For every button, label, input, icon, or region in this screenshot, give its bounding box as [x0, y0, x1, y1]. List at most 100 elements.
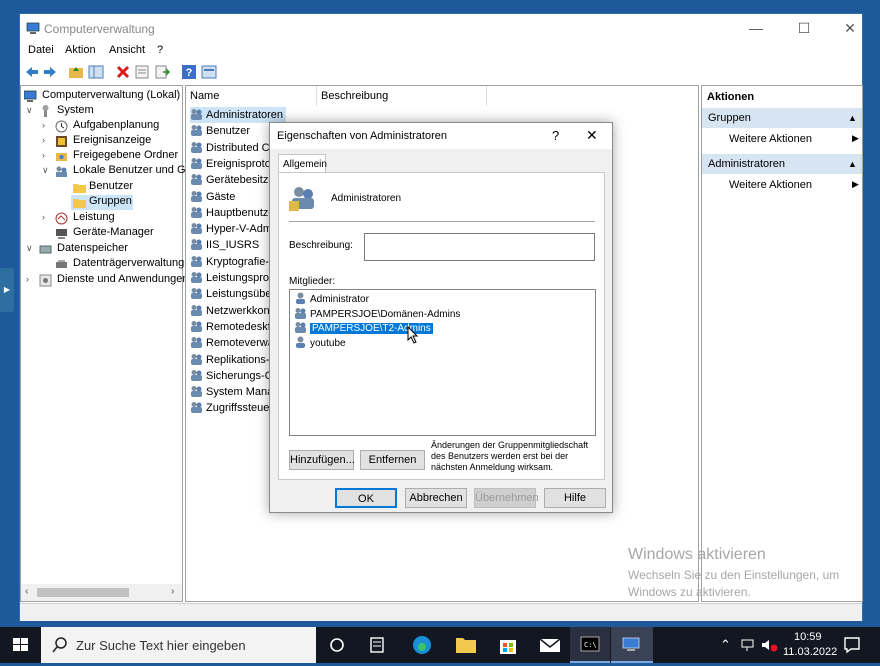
volume-muted-icon[interactable] — [760, 637, 778, 653]
chevron-right-icon[interactable]: › — [42, 212, 45, 222]
dialog-close-button[interactable]: ✕ — [586, 127, 598, 144]
group-icon — [190, 108, 203, 120]
tree-item-gruppen[interactable]: Gruppen — [71, 195, 133, 210]
collapse-arrow-icon[interactable]: ▲ — [848, 154, 857, 174]
table-row[interactable]: IIS_IUSRS — [190, 237, 259, 253]
close-button[interactable]: ✕ — [828, 14, 872, 44]
submenu-arrow-icon[interactable]: ▶ — [852, 179, 859, 190]
description-field[interactable] — [364, 233, 595, 261]
table-row[interactable]: Distributed CO — [190, 140, 278, 156]
minimize-button[interactable]: — — [734, 14, 778, 44]
group-icon — [190, 401, 203, 414]
clock-date[interactable]: 11.03.2022 — [783, 646, 837, 658]
members-list[interactable]: Administrator PAMPERSJOE\Domänen-Admins PA… — [289, 289, 596, 436]
network-icon[interactable] — [740, 637, 756, 653]
table-row[interactable]: System Manag — [190, 384, 279, 400]
chevron-down-icon[interactable]: ∨ — [26, 105, 33, 116]
scroll-left-icon[interactable]: ‹ — [25, 586, 28, 597]
mail-icon[interactable] — [535, 634, 565, 656]
column-header-name[interactable]: Name — [186, 86, 317, 106]
chevron-up-icon[interactable]: ⌃ — [720, 637, 731, 653]
action-weitere-aktionen[interactable]: Weitere Aktionen — [729, 176, 812, 194]
table-row[interactable]: Remoteverwalt — [190, 335, 279, 351]
group-icon — [190, 336, 203, 349]
chevron-down-icon[interactable]: ∨ — [42, 165, 49, 176]
table-row[interactable]: Kryptografie-O — [190, 254, 278, 270]
menu-help[interactable]: ? — [157, 44, 163, 56]
table-row[interactable]: Leistungsüber — [190, 286, 275, 302]
dialog-help-button[interactable]: ? — [552, 128, 559, 143]
scroll-right-icon[interactable]: › — [171, 586, 174, 597]
back-arrow-icon[interactable] — [24, 64, 40, 80]
taskbar: Zur Suche Text hier eingeben C:\ ⌃ 10:59… — [0, 627, 880, 663]
add-button[interactable]: Hinzufügen... — [289, 450, 355, 470]
group-icon — [190, 353, 203, 365]
chevron-right-icon[interactable]: › — [42, 120, 45, 130]
start-button[interactable] — [0, 627, 41, 663]
file-explorer-icon[interactable] — [451, 634, 481, 656]
member-item[interactable]: youtube — [294, 336, 346, 350]
delete-icon[interactable] — [115, 64, 131, 80]
table-row[interactable]: Zugriffssteuer — [190, 400, 273, 416]
computer-management-taskbar-button[interactable] — [611, 627, 653, 663]
tree-horizontal-scrollbar[interactable]: ‹ › — [21, 584, 182, 601]
show-hide-tree-icon[interactable] — [88, 64, 104, 80]
table-row[interactable]: Gäste — [190, 189, 235, 205]
row-name: IIS_IUSRS — [206, 239, 260, 252]
table-row[interactable]: Hauptbenutze — [190, 205, 275, 221]
table-row[interactable]: Replikations-O — [190, 352, 278, 368]
tab-allgemein[interactable]: Allgemein — [278, 154, 327, 173]
chevron-down-icon[interactable]: ∨ — [26, 243, 33, 254]
edge-browser-icon[interactable] — [407, 634, 437, 656]
chevron-right-icon[interactable]: › — [42, 135, 45, 145]
menu-aktion[interactable]: Aktion — [65, 44, 96, 56]
help-icon[interactable]: ? — [181, 64, 197, 80]
taskbar-search-box[interactable]: Zur Suche Text hier eingeben — [41, 627, 316, 663]
widgets-icon[interactable] — [362, 636, 392, 654]
notification-icon[interactable] — [843, 636, 861, 654]
actions-section-administratoren[interactable]: Administratoren ▲ — [702, 154, 862, 174]
properties-icon[interactable] — [134, 64, 150, 80]
member-name: Administrator — [310, 294, 369, 305]
table-row[interactable]: Gerätebesitzer — [190, 172, 278, 188]
actions-header: Aktionen — [707, 91, 755, 103]
table-row[interactable]: Benutzer — [190, 123, 250, 139]
store-icon[interactable] — [493, 634, 523, 656]
table-row[interactable]: Ereignisprotok — [190, 156, 276, 172]
chevron-right-icon[interactable]: › — [26, 274, 29, 284]
tree-label: Ereignisanzeige — [73, 134, 152, 146]
collapse-arrow-icon[interactable]: ▲ — [848, 108, 857, 128]
maximize-button[interactable]: ☐ — [782, 14, 826, 44]
row-name: Gerätebesitzer — [206, 174, 279, 187]
table-row[interactable]: Administratoren — [190, 107, 287, 123]
help-button[interactable]: Hilfe — [544, 488, 606, 508]
shared-folder-icon — [55, 150, 68, 163]
side-expand-tab[interactable]: ▶ — [0, 268, 14, 312]
clock-time[interactable]: 10:59 — [794, 631, 822, 643]
scroll-thumb[interactable] — [37, 588, 129, 597]
table-row[interactable]: Netzwerkkonfi — [190, 303, 275, 319]
submenu-arrow-icon[interactable]: ▶ — [852, 133, 859, 144]
action-weitere-aktionen[interactable]: Weitere Aktionen — [729, 130, 812, 148]
menu-datei[interactable]: Datei — [28, 44, 54, 56]
table-row[interactable]: Hyper-V-Adm — [190, 221, 272, 237]
task-view-icon[interactable] — [322, 636, 352, 654]
ok-button[interactable]: OK — [335, 488, 397, 508]
console-view-icon[interactable] — [201, 64, 217, 80]
column-header-description[interactable]: Beschreibung — [317, 86, 487, 106]
forward-arrow-icon[interactable] — [42, 64, 58, 80]
cancel-button[interactable]: Abbrechen — [405, 488, 467, 508]
export-list-icon[interactable] — [154, 64, 171, 80]
apply-button[interactable]: Übernehmen — [474, 488, 539, 508]
cmd-taskbar-button[interactable]: C:\ — [570, 627, 610, 663]
chevron-right-icon[interactable]: › — [42, 150, 45, 160]
description-label: Beschreibung: — [289, 240, 353, 251]
table-row[interactable]: Sicherungs-Op — [190, 368, 279, 384]
menu-ansicht[interactable]: Ansicht — [109, 44, 145, 56]
table-row[interactable]: Leistungsproto — [190, 270, 278, 286]
member-item[interactable]: Administrator — [294, 292, 369, 306]
up-folder-icon[interactable] — [68, 64, 84, 80]
actions-section-gruppen[interactable]: Gruppen ▲ — [702, 108, 862, 128]
remove-button[interactable]: Entfernen — [360, 450, 425, 470]
member-item[interactable]: PAMPERSJOE\Domänen-Admins — [294, 307, 460, 321]
